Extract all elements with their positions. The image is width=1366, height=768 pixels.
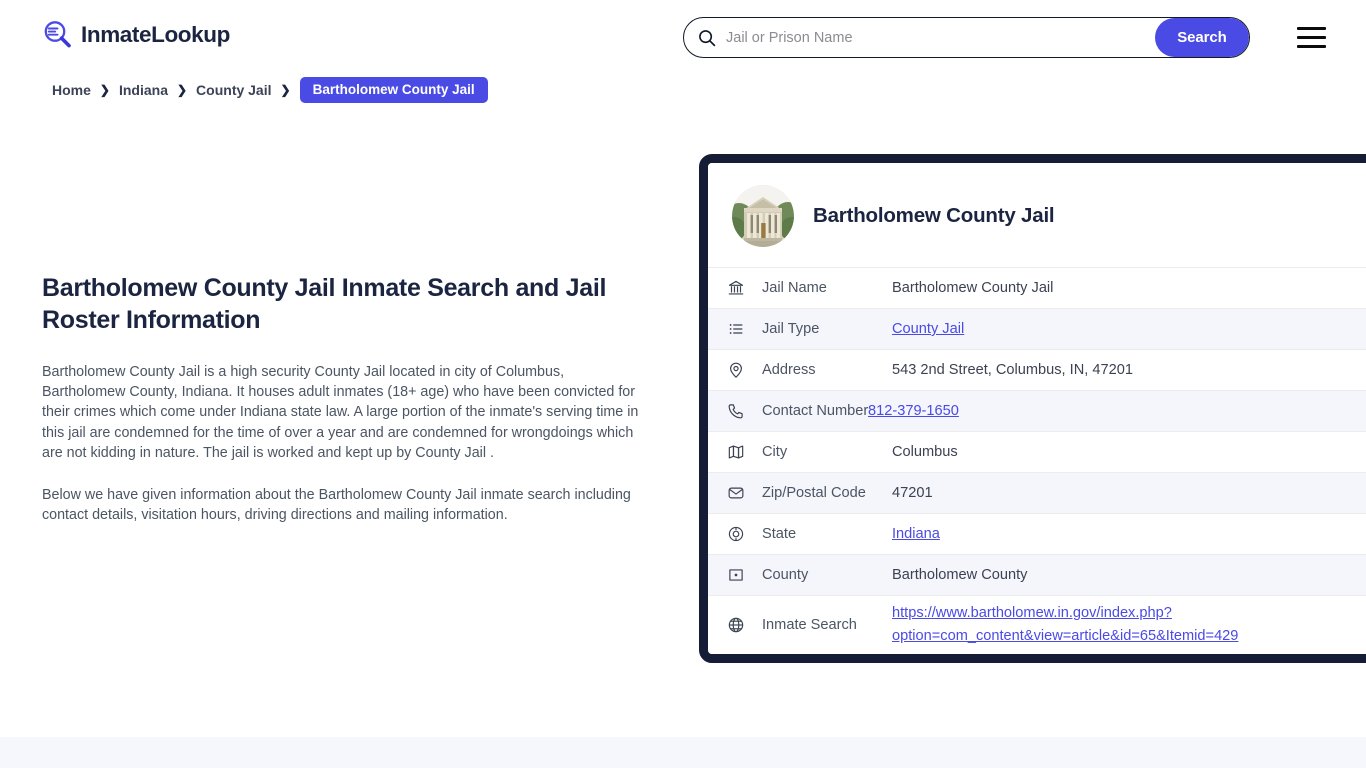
row-value: Indiana xyxy=(892,526,1366,542)
card-title: Bartholomew County Jail xyxy=(813,204,1055,227)
row-label: City xyxy=(762,444,788,460)
bank-icon xyxy=(726,278,746,298)
table-row: Address 543 2nd Street, Columbus, IN, 47… xyxy=(708,349,1366,390)
site-header: InmateLookup Search xyxy=(0,0,1366,74)
row-value: County Jail xyxy=(892,321,1366,337)
site-logo[interactable]: InmateLookup xyxy=(42,19,230,50)
table-row: County Bartholomew County xyxy=(708,554,1366,595)
table-row: Contact Number 812-379-1650 xyxy=(708,390,1366,431)
breadcrumb-item-county-jail[interactable]: County Jail xyxy=(196,82,271,98)
map-pin-icon xyxy=(726,360,746,380)
chevron-right-icon: ❯ xyxy=(99,83,110,97)
table-row: Inmate Search https://www.bartholomew.in… xyxy=(708,595,1366,654)
table-row: State Indiana xyxy=(708,513,1366,554)
row-value: Bartholomew County Jail xyxy=(892,280,1054,296)
row-label: Jail Name xyxy=(762,280,827,296)
globe-pin-icon xyxy=(726,524,746,544)
row-label: Address xyxy=(762,362,816,378)
breadcrumb-item-home[interactable]: Home xyxy=(52,82,91,98)
secondary-paragraph: Below we have given information about th… xyxy=(42,487,631,524)
phone-icon xyxy=(726,401,746,421)
row-label: Inmate Search xyxy=(762,617,857,633)
hamburger-bar xyxy=(1297,44,1326,48)
hamburger-bar xyxy=(1297,27,1326,31)
row-value: Bartholomew County xyxy=(892,567,1028,583)
state-link[interactable]: Indiana xyxy=(892,526,940,542)
county-icon xyxy=(726,565,746,585)
map-icon xyxy=(726,442,746,462)
table-row: Zip/Postal Code 47201 xyxy=(708,472,1366,513)
search-button[interactable]: Search xyxy=(1155,18,1249,57)
row-value: 543 2nd Street, Columbus, IN, 47201 xyxy=(892,362,1133,378)
globe-icon xyxy=(726,615,746,635)
article-column: Bartholomew County Jail Inmate Search an… xyxy=(42,272,642,525)
row-label: Zip/Postal Code xyxy=(762,485,866,501)
card-header: Bartholomew County Jail xyxy=(708,163,1366,267)
courthouse-photo xyxy=(732,185,794,247)
inmate-search-link[interactable]: https://www.bartholomew.in.gov/index.php… xyxy=(892,605,1238,644)
jail-type-link[interactable]: County Jail xyxy=(892,321,964,337)
row-value: 812-379-1650 xyxy=(868,403,1366,419)
envelope-icon xyxy=(726,483,746,503)
search-bar[interactable]: Search xyxy=(683,17,1250,58)
search-input[interactable] xyxy=(716,18,1155,57)
row-value: Columbus xyxy=(892,444,958,460)
hamburger-bar xyxy=(1297,35,1326,40)
breadcrumb-current-page: Bartholomew County Jail xyxy=(299,77,488,103)
phone-link[interactable]: 812-379-1650 xyxy=(868,403,959,419)
row-value: 47201 xyxy=(892,485,933,501)
intro-paragraph: Bartholomew County Jail is a high securi… xyxy=(42,364,639,461)
logo-text: InmateLookup xyxy=(81,21,230,47)
row-value: https://www.bartholomew.in.gov/index.php… xyxy=(892,602,1366,648)
search-icon xyxy=(698,29,716,47)
magnifier-list-icon xyxy=(42,19,73,50)
table-row: Jail Type County Jail xyxy=(708,308,1366,349)
hamburger-menu-icon[interactable] xyxy=(1297,27,1326,48)
footer-band xyxy=(0,737,1366,768)
page-title: Bartholomew County Jail Inmate Search an… xyxy=(42,274,607,334)
list-icon xyxy=(726,319,746,339)
row-label: Jail Type xyxy=(762,321,820,337)
row-label: County xyxy=(762,567,809,583)
table-row: City Columbus xyxy=(708,431,1366,472)
breadcrumb-item-indiana[interactable]: Indiana xyxy=(119,82,168,98)
table-row: Jail Name Bartholomew County Jail xyxy=(708,267,1366,308)
chevron-right-icon: ❯ xyxy=(176,83,188,97)
row-label: State xyxy=(762,526,797,542)
breadcrumb: Home ❯ Indiana ❯ County Jail ❯ Bartholom… xyxy=(52,77,488,103)
chevron-right-icon: ❯ xyxy=(280,83,291,97)
jail-info-card: Bartholomew County Jail Jail Name Bartho… xyxy=(699,154,1366,663)
row-label: Contact Number xyxy=(762,403,869,419)
